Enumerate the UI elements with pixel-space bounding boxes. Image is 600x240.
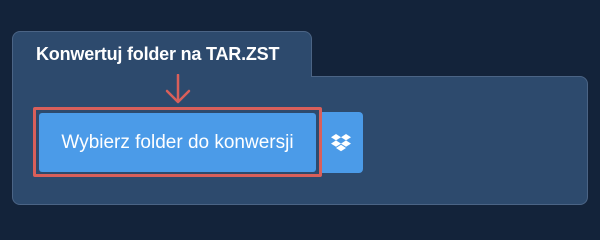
dropbox-button[interactable] — [319, 112, 363, 173]
tab-panel-seam — [13, 74, 311, 78]
choose-folder-button[interactable]: Wybierz folder do konwersji — [39, 113, 316, 172]
converter-title: Konwertuj folder na TAR.ZST — [36, 44, 280, 64]
arrow-down-icon — [165, 74, 191, 104]
dropbox-icon — [331, 133, 351, 151]
